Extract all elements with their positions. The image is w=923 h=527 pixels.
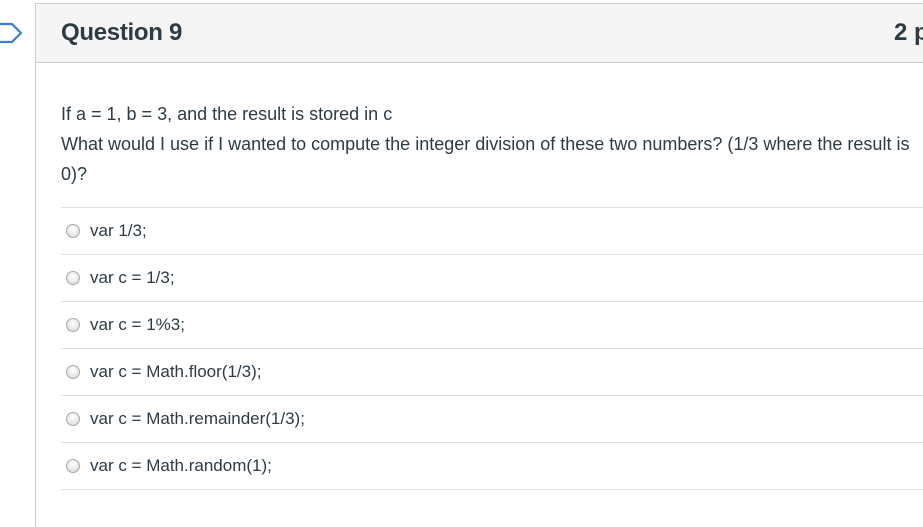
question-text-line: If a = 1, b = 3, and the result is store… — [61, 104, 393, 124]
answer-label[interactable]: var c = Math.floor(1/3); — [90, 362, 261, 382]
answer-label[interactable]: var c = Math.random(1); — [90, 456, 272, 476]
quiz-page: Question 9 2 p If a = 1, b = 3, and the … — [0, 0, 923, 527]
answer-label[interactable]: var c = 1/3; — [90, 268, 175, 288]
radio-button-icon[interactable] — [66, 412, 80, 426]
radio-button-icon[interactable] — [66, 318, 80, 332]
answer-option[interactable]: var c = Math.floor(1/3); — [61, 349, 923, 396]
question-text: If a = 1, b = 3, and the result is store… — [61, 99, 923, 189]
answer-option[interactable]: var c = 1%3; — [61, 302, 923, 349]
question-points: 2 p — [894, 19, 923, 46]
question-text-line: What would I use if I wanted to compute … — [61, 134, 910, 184]
radio-button-icon[interactable] — [66, 224, 80, 238]
answer-option[interactable]: var c = Math.remainder(1/3); — [61, 396, 923, 443]
answer-label[interactable]: var c = 1%3; — [90, 315, 185, 335]
answer-option[interactable]: var c = Math.random(1); — [61, 443, 923, 490]
bookmark-flag-icon[interactable] — [0, 22, 24, 44]
answer-label[interactable]: var c = Math.remainder(1/3); — [90, 409, 305, 429]
radio-button-icon[interactable] — [66, 459, 80, 473]
answer-option[interactable]: var 1/3; — [61, 208, 923, 255]
radio-button-icon[interactable] — [66, 365, 80, 379]
question-body: If a = 1, b = 3, and the result is store… — [36, 63, 923, 490]
question-card: Question 9 2 p If a = 1, b = 3, and the … — [35, 3, 923, 527]
question-title: Question 9 — [61, 19, 183, 46]
answer-option[interactable]: var c = 1/3; — [61, 255, 923, 302]
radio-button-icon[interactable] — [66, 271, 80, 285]
answer-label[interactable]: var 1/3; — [90, 221, 147, 241]
question-header: Question 9 2 p — [36, 4, 923, 63]
answer-list: var 1/3; var c = 1/3; var c = 1%3; var c… — [61, 207, 923, 490]
